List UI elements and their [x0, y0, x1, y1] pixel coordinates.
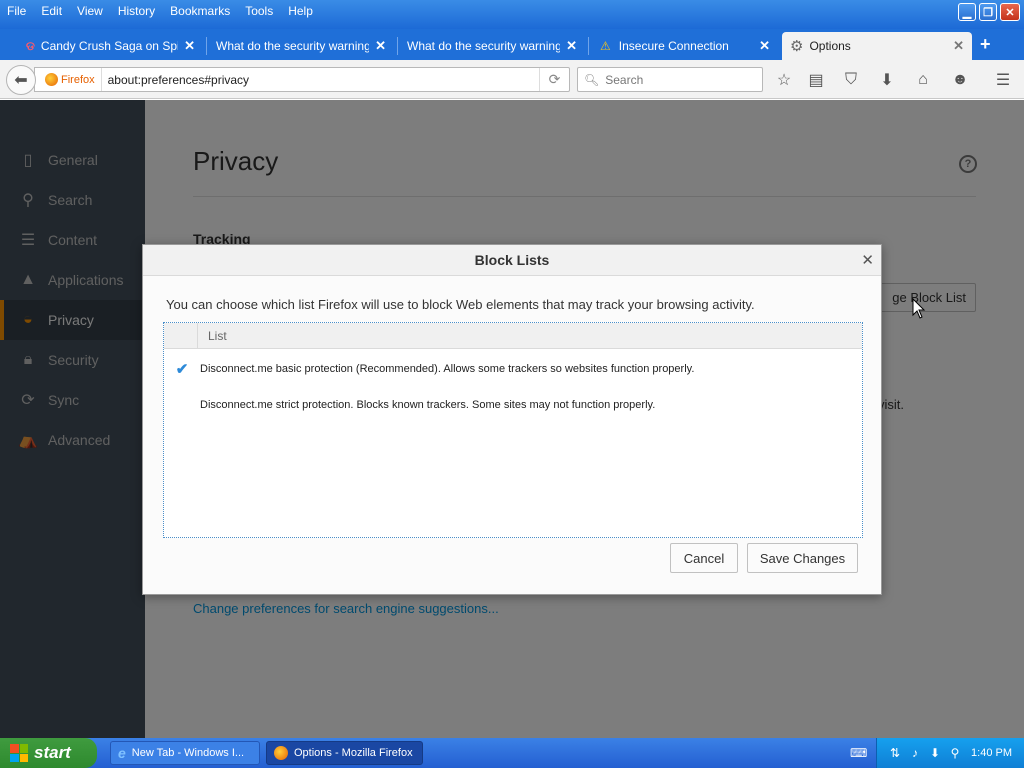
- ie-logo-icon: e: [118, 745, 126, 761]
- tab-close-icon[interactable]: ✕: [184, 38, 195, 54]
- home-icon[interactable]: ⌂: [913, 70, 933, 90]
- checkmark-icon: ✔: [175, 361, 189, 378]
- window-controls: ▁ ❐ ✕: [958, 3, 1020, 21]
- block-list-table[interactable]: List ✔ Disconnect.me basic protection (R…: [163, 322, 863, 538]
- keyboard-icon[interactable]: ⌨: [850, 746, 867, 760]
- tab-options[interactable]: ⚙ Options ✕: [782, 32, 972, 60]
- start-label: start: [34, 743, 71, 762]
- system-tray: ⇅ ♪ ⬇ ⚲ 1:40 PM: [876, 738, 1024, 768]
- menu-bookmarks[interactable]: Bookmarks: [170, 4, 230, 18]
- close-window-button[interactable]: ✕: [1000, 3, 1020, 21]
- back-button[interactable]: ⬅: [6, 65, 36, 95]
- close-icon[interactable]: ✕: [861, 251, 874, 269]
- search-icon: 🔍︎: [584, 72, 600, 87]
- mouse-pointer-icon: [912, 298, 926, 319]
- reload-icon[interactable]: ⟳: [539, 68, 569, 91]
- firefox-logo-icon: [274, 746, 288, 760]
- cancel-button[interactable]: Cancel: [670, 543, 738, 573]
- dialog-description: You can choose which list Firefox will u…: [166, 297, 755, 312]
- taskbar-item-new-tab[interactable]: e New Tab - Windows I...: [110, 741, 260, 765]
- tab-candy-crush[interactable]: ଡ Candy Crush Saga on Spiri... ✕: [18, 32, 203, 60]
- block-lists-dialog: Block Lists ✕ You can choose which list …: [142, 244, 882, 595]
- back-arrow-icon: ⬅: [14, 72, 28, 89]
- title-bar: File Edit View History Bookmarks Tools H…: [0, 0, 1024, 29]
- pocket-icon[interactable]: ⛉: [841, 70, 861, 90]
- candy-icon: ଡ: [26, 38, 35, 53]
- tab-title: Options: [809, 39, 851, 53]
- check-column-header: [164, 323, 198, 348]
- clock: 1:40 PM: [971, 747, 1012, 759]
- identity-label: Firefox: [61, 73, 95, 86]
- tab-separator: [588, 37, 589, 55]
- menu-view[interactable]: View: [77, 4, 103, 18]
- hamburger-menu-icon[interactable]: ☰: [993, 70, 1013, 90]
- tab-separator: [397, 37, 398, 55]
- menu-edit[interactable]: Edit: [41, 4, 62, 18]
- gear-icon: ⚙: [790, 38, 804, 55]
- network-icon[interactable]: ⇅: [887, 746, 903, 760]
- search-input[interactable]: [605, 72, 756, 87]
- restore-button[interactable]: ❐: [979, 3, 997, 21]
- menu-help[interactable]: Help: [288, 4, 313, 18]
- start-button[interactable]: start: [0, 738, 97, 768]
- tab-title: What do the security warning c...: [407, 39, 561, 53]
- menu-tools[interactable]: Tools: [245, 4, 273, 18]
- menu-bar: File Edit View History Bookmarks Tools H…: [0, 0, 313, 22]
- dialog-header: Block Lists ✕: [143, 245, 881, 276]
- taskbar-item-options-firefox[interactable]: Options - Mozilla Firefox: [266, 741, 423, 765]
- reading-list-icon[interactable]: ▤: [806, 70, 826, 90]
- identity-box[interactable]: Firefox: [35, 68, 102, 91]
- tab-close-icon[interactable]: ✕: [566, 38, 577, 54]
- list-item-basic-protection[interactable]: ✔ Disconnect.me basic protection (Recomm…: [164, 351, 862, 387]
- firefox-logo-icon: [45, 73, 58, 86]
- magnifier-tray-icon[interactable]: ⚲: [947, 746, 963, 760]
- downloads-icon[interactable]: ⬇: [877, 70, 897, 90]
- tab-title: Insecure Connection: [618, 39, 729, 53]
- search-bar[interactable]: 🔍︎: [577, 67, 763, 92]
- minimize-button[interactable]: ▁: [958, 3, 976, 21]
- tab-close-icon[interactable]: ✕: [759, 38, 770, 54]
- list-item-label: Disconnect.me strict protection. Blocks …: [200, 399, 656, 411]
- list-header: List: [164, 323, 862, 349]
- dialog-title: Block Lists: [474, 252, 550, 268]
- tab-close-icon[interactable]: ✕: [375, 38, 386, 54]
- windows-logo-icon: [10, 744, 28, 762]
- tab-separator: [206, 37, 207, 55]
- list-item-label: Disconnect.me basic protection (Recommen…: [200, 363, 695, 375]
- taskbar-item-label: New Tab - Windows I...: [131, 747, 245, 759]
- tab-strip: ଡ Candy Crush Saga on Spiri... ✕ What do…: [0, 29, 1024, 60]
- taskbar-item-label: Options - Mozilla Firefox: [294, 747, 413, 759]
- speaker-icon[interactable]: ♪: [907, 746, 923, 760]
- bookmark-star-icon[interactable]: ☆: [774, 70, 794, 90]
- hello-icon[interactable]: ☻: [950, 70, 970, 90]
- tab-title: What do the security warning c...: [216, 39, 370, 53]
- save-changes-button[interactable]: Save Changes: [747, 543, 858, 573]
- taskbar: start e New Tab - Windows I... Options -…: [0, 738, 1024, 768]
- tab-security-warning-2[interactable]: What do the security warning c... ✕: [399, 32, 585, 60]
- list-column-header: List: [208, 329, 227, 343]
- navigation-toolbar: Firefox about:preferences#privacy ⟳ ⬅ 🔍︎…: [0, 60, 1024, 99]
- menu-history[interactable]: History: [118, 4, 155, 18]
- tab-close-icon[interactable]: ✕: [953, 38, 964, 54]
- new-tab-plus-icon[interactable]: +: [980, 34, 991, 55]
- url-bar[interactable]: Firefox about:preferences#privacy ⟳: [34, 67, 570, 92]
- tab-title: Candy Crush Saga on Spiri...: [40, 39, 178, 53]
- download-tray-icon[interactable]: ⬇: [927, 746, 943, 760]
- warning-icon: ⚠: [600, 39, 611, 53]
- firefox-window: File Edit View History Bookmarks Tools H…: [0, 0, 1024, 738]
- tab-security-warning-1[interactable]: What do the security warning c... ✕: [208, 32, 394, 60]
- menu-file[interactable]: File: [7, 4, 26, 18]
- url-text[interactable]: about:preferences#privacy: [102, 73, 539, 87]
- list-item-strict-protection[interactable]: Disconnect.me strict protection. Blocks …: [164, 387, 862, 423]
- tab-insecure-connection[interactable]: ⚠ Insecure Connection ✕: [592, 32, 778, 60]
